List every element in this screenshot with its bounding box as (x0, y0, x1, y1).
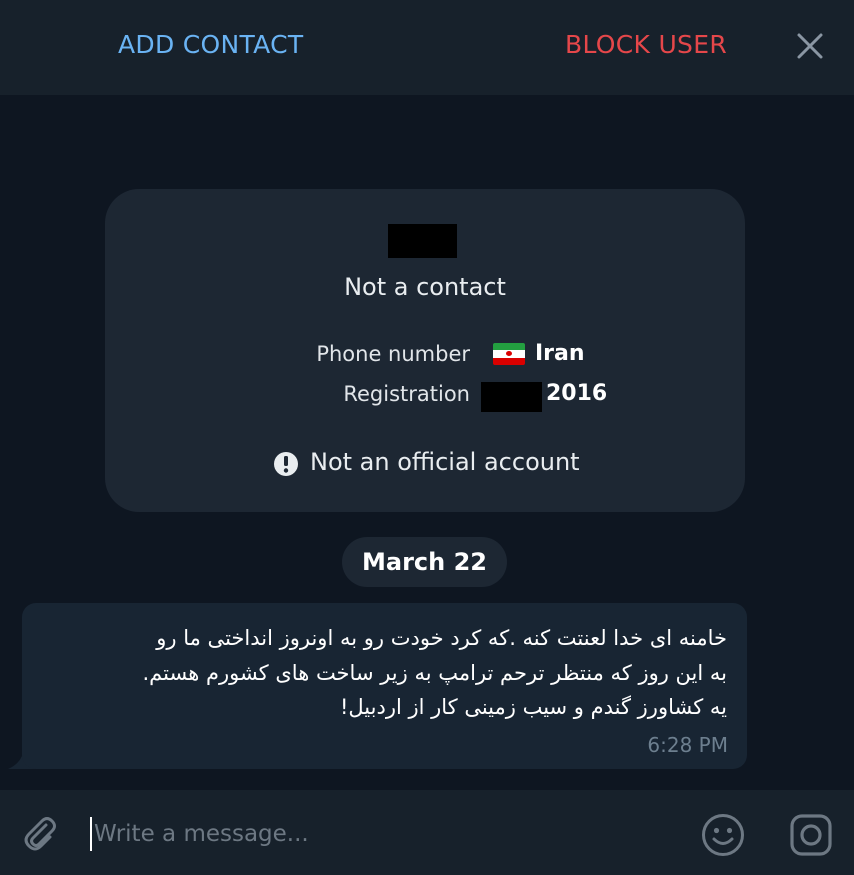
exclamation-circle-icon (274, 452, 298, 476)
official-account-note: Not an official account (310, 448, 580, 476)
instagram-camera-icon[interactable] (788, 812, 834, 858)
redacted-name (388, 224, 457, 258)
redacted-registration-date (481, 382, 542, 412)
close-icon[interactable] (794, 30, 826, 62)
message-line: به این روز که منتظر ترحم ترامپ به زیر سا… (142, 660, 727, 685)
message-line: خامنه ای خدا لعنتت کنه .که کرد خودت رو ب… (156, 626, 727, 650)
message-text: خامنه ای خدا لعنتت کنه .که کرد خودت رو ب… (52, 621, 727, 725)
date-separator: March 22 (342, 537, 507, 587)
user-info-card: Not a contact Phone number Iran Registra… (105, 189, 745, 512)
message-bubble[interactable]: خامنه ای خدا لعنتت کنه .که کرد خودت رو ب… (22, 603, 747, 769)
add-contact-button[interactable]: ADD CONTACT (118, 30, 303, 59)
paperclip-icon[interactable] (20, 814, 60, 854)
registration-year-value: 2016 (546, 381, 608, 406)
contact-status: Not a contact (344, 273, 506, 301)
message-line: یه کشاورز گندم و سیب زمینی کار از اردبیل… (339, 695, 727, 719)
registration-label: Registration (343, 382, 470, 406)
smiley-icon[interactable] (700, 812, 746, 858)
block-user-button[interactable]: BLOCK USER (565, 30, 727, 59)
phone-country-value: Iran (535, 341, 585, 366)
action-bar: ADD CONTACT BLOCK USER (0, 0, 854, 95)
iran-flag-icon (493, 343, 525, 365)
phone-number-label: Phone number (316, 342, 470, 366)
message-input[interactable] (94, 812, 654, 856)
text-cursor (90, 817, 92, 851)
message-time: 6:28 PM (647, 733, 728, 757)
